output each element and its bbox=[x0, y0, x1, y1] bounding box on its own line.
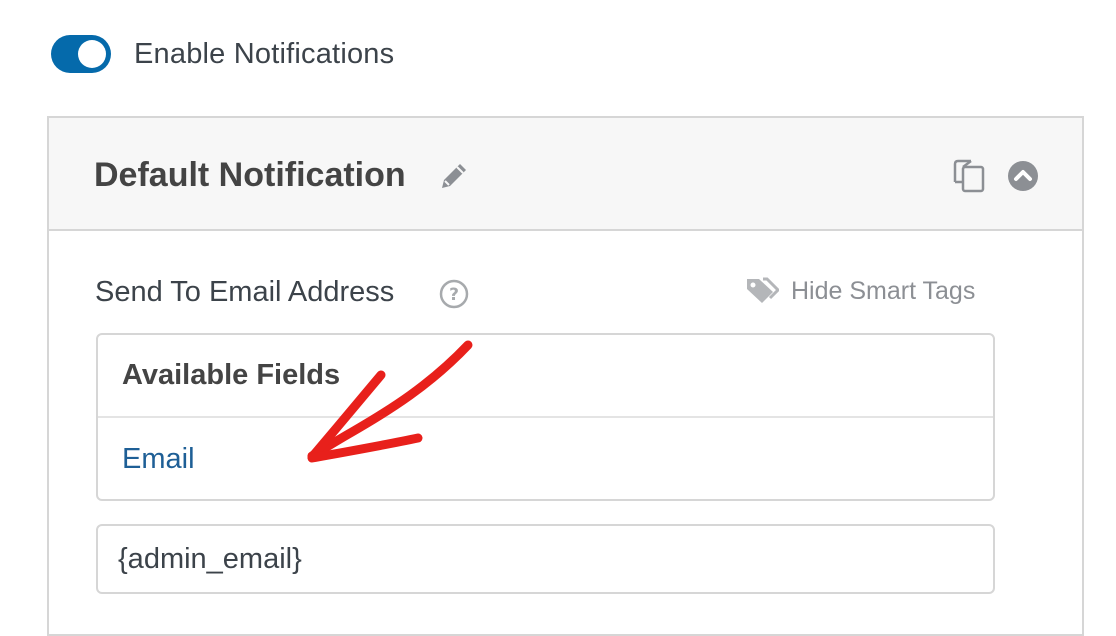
notification-panel-header[interactable]: Default Notification bbox=[49, 118, 1082, 231]
notification-panel: Default Notification Send To Email Addre… bbox=[47, 116, 1084, 636]
available-fields-title: Available Fields bbox=[122, 359, 341, 391]
send-to-email-label: Send To Email Address bbox=[95, 276, 395, 308]
svg-text:?: ? bbox=[449, 285, 459, 305]
field-option-email[interactable]: Email bbox=[122, 443, 195, 476]
toggle-knob bbox=[78, 40, 106, 68]
tag-icon bbox=[747, 277, 779, 303]
question-circle-icon[interactable]: ? bbox=[439, 279, 469, 309]
enable-notifications-row: Enable Notifications bbox=[51, 34, 394, 74]
pencil-icon[interactable] bbox=[438, 160, 470, 192]
hide-smart-tags-label: Hide Smart Tags bbox=[791, 276, 976, 305]
notification-title: Default Notification bbox=[94, 156, 406, 194]
send-to-email-input[interactable] bbox=[96, 524, 995, 594]
available-fields-header: Available Fields bbox=[98, 335, 993, 418]
hide-smart-tags-link[interactable]: Hide Smart Tags bbox=[745, 276, 975, 306]
enable-notifications-label[interactable]: Enable Notifications bbox=[134, 38, 394, 71]
copy-icon[interactable] bbox=[951, 158, 987, 194]
available-fields-box: Available Fields Email bbox=[96, 333, 995, 501]
chevron-up-circle-icon[interactable] bbox=[1007, 160, 1039, 192]
enable-notifications-toggle[interactable] bbox=[51, 35, 111, 73]
